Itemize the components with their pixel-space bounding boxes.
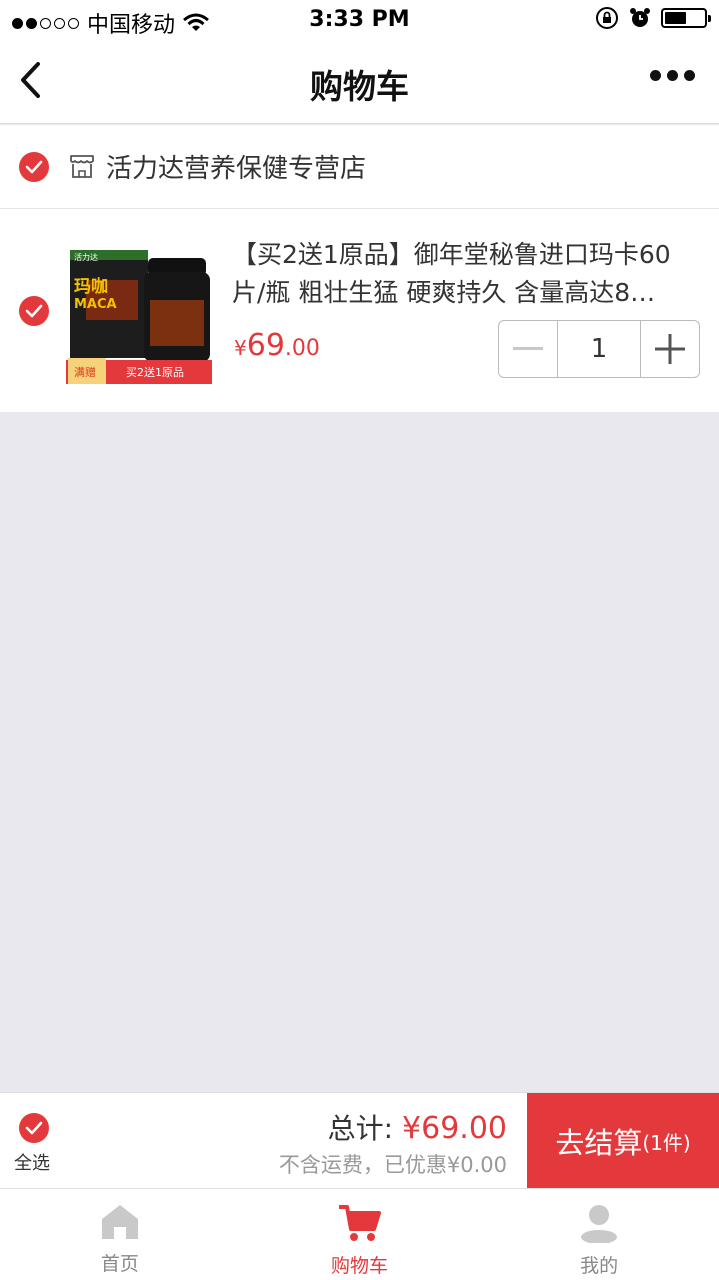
alarm-icon bbox=[630, 8, 650, 27]
check-icon bbox=[25, 304, 43, 318]
checkout-bar: 全选 总计: ¥69.00 不含运费，已优惠¥0.00 去结算 (1件) bbox=[0, 1092, 719, 1189]
shop-row: 活力达营养保健专营店 bbox=[0, 125, 719, 209]
product-thumbnail[interactable]: 活力达 玛咖 MACA 满赠 买2送1原品 bbox=[66, 240, 212, 386]
quantity-stepper: 1 bbox=[498, 320, 700, 378]
price-decimal: .00 bbox=[284, 336, 320, 361]
quantity-field[interactable]: 1 bbox=[557, 321, 641, 377]
check-icon bbox=[25, 160, 43, 174]
tab-home-label: 首页 bbox=[100, 1253, 139, 1275]
thumb-brand-text: 活力达 bbox=[74, 252, 98, 262]
cart-panel: 活力达营养保健专营店 活力达 玛咖 MACA 满赠 买2送1原品 【买2送1原品… bbox=[0, 125, 719, 412]
shop-checkbox[interactable] bbox=[19, 152, 49, 182]
minus-icon bbox=[513, 347, 543, 350]
shipping-discount-note: 不含运费，已优惠¥0.00 bbox=[278, 1153, 507, 1177]
shop-name[interactable]: 活力达营养保健专营店 bbox=[106, 148, 366, 185]
cart-icon bbox=[338, 1205, 381, 1241]
tab-home[interactable]: 首页 bbox=[0, 1189, 240, 1280]
increment-button[interactable] bbox=[641, 321, 699, 377]
check-icon bbox=[25, 1121, 43, 1135]
checkout-button[interactable]: 去结算 (1件) bbox=[527, 1093, 719, 1189]
tab-cart-label: 购物车 bbox=[331, 1255, 389, 1277]
total-label: 总计: bbox=[327, 1112, 394, 1145]
plus-icon bbox=[655, 334, 685, 364]
more-dots-icon[interactable] bbox=[650, 70, 695, 81]
decrement-button[interactable] bbox=[499, 321, 557, 377]
item-checkbox[interactable] bbox=[19, 296, 49, 326]
item-price: ¥69.00 bbox=[234, 328, 320, 363]
tab-me[interactable]: 我的 bbox=[479, 1189, 719, 1280]
rotation-lock-icon bbox=[596, 7, 618, 29]
checkout-item-count: (1件) bbox=[642, 1130, 691, 1155]
thumb-product-en-text: MACA bbox=[74, 297, 117, 312]
product-image: 活力达 玛咖 MACA 满赠 买2送1原品 bbox=[66, 240, 212, 386]
page-title: 购物车 bbox=[310, 67, 409, 106]
price-symbol: ¥ bbox=[234, 336, 247, 360]
thumb-promo-text: 买2送1原品 bbox=[126, 365, 184, 379]
home-icon bbox=[101, 1205, 138, 1239]
thumb-badge-text: 满赠 bbox=[74, 365, 96, 379]
status-bar: 中国移动 3:33 PM bbox=[0, 0, 719, 40]
item-title[interactable]: 【买2送1原品】御年堂秘鲁进口玛卡60片/瓶 粗壮生猛 硬爽持久 含量高达8… bbox=[232, 236, 702, 312]
nav-bar: 购物车 bbox=[0, 40, 719, 124]
total-line: 总计: ¥69.00 bbox=[328, 1107, 507, 1147]
tab-bar: 首页 购物车 我的 bbox=[0, 1188, 719, 1280]
status-right bbox=[595, 6, 711, 30]
select-all-checkbox[interactable] bbox=[19, 1113, 49, 1143]
price-integer: 69 bbox=[246, 328, 285, 363]
cart-item: 活力达 玛咖 MACA 满赠 买2送1原品 【买2送1原品】御年堂秘鲁进口玛卡6… bbox=[0, 210, 719, 412]
checkout-button-label: 去结算 bbox=[555, 1126, 643, 1160]
user-icon bbox=[581, 1205, 618, 1243]
total-amount: ¥69.00 bbox=[402, 1111, 507, 1146]
thumb-product-text: 玛咖 bbox=[74, 276, 108, 297]
select-all-label[interactable]: 全选 bbox=[14, 1149, 50, 1175]
battery-icon bbox=[661, 8, 711, 28]
tab-me-label: 我的 bbox=[580, 1255, 619, 1277]
tab-cart[interactable]: 购物车 bbox=[240, 1189, 480, 1280]
store-icon bbox=[70, 155, 94, 178]
